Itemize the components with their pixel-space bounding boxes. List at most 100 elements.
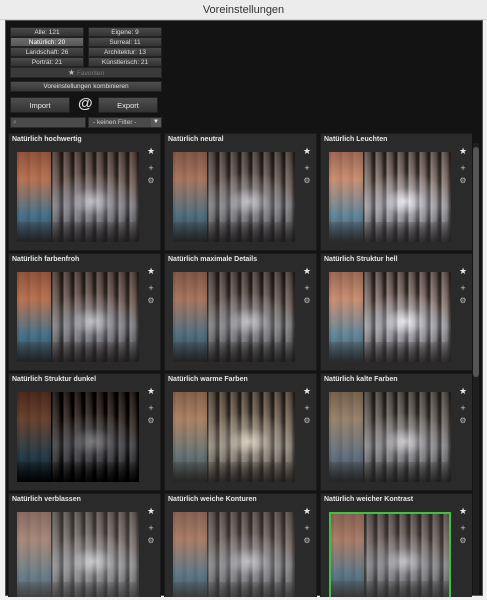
preset-thumbnail[interactable] bbox=[329, 392, 451, 482]
preset-thumbnail[interactable] bbox=[173, 152, 295, 242]
preset-thumbnail[interactable] bbox=[173, 392, 295, 482]
preset-card[interactable]: Natürlich verblassen ★ + ⚙ bbox=[8, 493, 161, 597]
category-portrait[interactable]: Porträt: 21 bbox=[10, 57, 84, 67]
preset-card[interactable]: Natürlich weicher Kontrast ★ + ⚙ bbox=[320, 493, 472, 597]
preset-name: Natürlich kalte Farben bbox=[324, 376, 398, 383]
preset-card[interactable]: Natürlich hochwertig ★ + ⚙ bbox=[8, 133, 161, 251]
settings-gear-icon[interactable]: ⚙ bbox=[458, 536, 468, 545]
preset-thumbnail[interactable] bbox=[329, 152, 451, 242]
favorite-star-icon[interactable]: ★ bbox=[458, 386, 468, 397]
scroll-thumb[interactable] bbox=[473, 147, 479, 377]
add-plus-icon[interactable]: + bbox=[302, 403, 312, 413]
at-icon[interactable]: @ bbox=[78, 95, 93, 113]
combine-presets-button[interactable]: Voreinstellungen kombinieren bbox=[10, 81, 162, 92]
category-surreal[interactable]: Surreal: 11 bbox=[88, 37, 162, 47]
preset-card[interactable]: Natürlich Struktur hell ★ + ⚙ bbox=[320, 253, 472, 371]
add-plus-icon[interactable]: + bbox=[146, 523, 156, 533]
preset-thumbnail[interactable] bbox=[17, 152, 139, 242]
settings-gear-icon[interactable]: ⚙ bbox=[146, 536, 156, 545]
preview-image bbox=[17, 392, 139, 482]
category-architecture[interactable]: Architektur: 13 bbox=[88, 47, 162, 57]
favorite-star-icon[interactable]: ★ bbox=[302, 386, 312, 397]
add-plus-icon[interactable]: + bbox=[302, 163, 312, 173]
preset-thumbnail[interactable] bbox=[17, 272, 139, 362]
settings-gear-icon[interactable]: ⚙ bbox=[302, 296, 312, 305]
settings-gear-icon[interactable]: ⚙ bbox=[458, 416, 468, 425]
preview-image bbox=[329, 392, 451, 482]
add-plus-icon[interactable]: + bbox=[458, 163, 468, 173]
settings-gear-icon[interactable]: ⚙ bbox=[146, 176, 156, 185]
preset-card[interactable]: Natürlich kalte Farben ★ + ⚙ bbox=[320, 373, 472, 491]
preset-name: Natürlich verblassen bbox=[12, 496, 81, 503]
add-plus-icon[interactable]: + bbox=[146, 163, 156, 173]
preset-thumbnail[interactable] bbox=[17, 512, 139, 597]
favorite-star-icon[interactable]: ★ bbox=[146, 266, 156, 277]
search-input[interactable]: ⌕ bbox=[10, 117, 86, 128]
settings-gear-icon[interactable]: ⚙ bbox=[458, 296, 468, 305]
chevron-down-icon: ▼ bbox=[151, 118, 161, 127]
import-button[interactable]: Import bbox=[10, 97, 70, 113]
add-plus-icon[interactable]: + bbox=[458, 403, 468, 413]
add-plus-icon[interactable]: + bbox=[146, 283, 156, 293]
favorite-star-icon[interactable]: ★ bbox=[302, 266, 312, 277]
filter-select[interactable]: - keinen Filter - ▼ bbox=[88, 117, 162, 128]
preset-card[interactable]: Natürlich warme Farben ★ + ⚙ bbox=[164, 373, 317, 491]
settings-gear-icon[interactable]: ⚙ bbox=[146, 416, 156, 425]
scrollbar[interactable] bbox=[473, 143, 479, 595]
favorite-star-icon[interactable]: ★ bbox=[302, 146, 312, 157]
favorite-star-icon[interactable]: ★ bbox=[302, 506, 312, 517]
preset-grid: Natürlich hochwertig ★ + ⚙ Natürlich neutral… bbox=[8, 133, 472, 597]
settings-gear-icon[interactable]: ⚙ bbox=[302, 536, 312, 545]
favorite-star-icon[interactable]: ★ bbox=[146, 386, 156, 397]
add-plus-icon[interactable]: + bbox=[302, 283, 312, 293]
favorites-label: Favoriten bbox=[77, 70, 105, 77]
preset-thumbnail[interactable] bbox=[173, 272, 295, 362]
preset-card[interactable]: Natürlich maximale Details ★ + ⚙ bbox=[164, 253, 317, 371]
category-all[interactable]: Alle: 121 bbox=[10, 27, 84, 37]
preset-card[interactable]: Natürlich weiche Konturen ★ + ⚙ bbox=[164, 493, 317, 597]
preset-name: Natürlich Leuchten bbox=[324, 136, 388, 143]
preview-image bbox=[17, 512, 139, 597]
preset-thumbnail[interactable] bbox=[329, 512, 451, 597]
preview-image bbox=[173, 272, 295, 362]
favorite-star-icon[interactable]: ★ bbox=[458, 506, 468, 517]
settings-gear-icon[interactable]: ⚙ bbox=[458, 176, 468, 185]
favorite-star-icon[interactable]: ★ bbox=[458, 146, 468, 157]
preset-card[interactable]: Natürlich farbenfroh ★ + ⚙ bbox=[8, 253, 161, 371]
favorite-star-icon[interactable]: ★ bbox=[146, 506, 156, 517]
add-plus-icon[interactable]: + bbox=[458, 283, 468, 293]
preset-card[interactable]: Natürlich Struktur dunkel ★ + ⚙ bbox=[8, 373, 161, 491]
category-natural[interactable]: Natürlich: 20 bbox=[10, 37, 84, 47]
preset-name: Natürlich neutral bbox=[168, 136, 224, 143]
filter-selected: - keinen Filter - bbox=[93, 119, 137, 126]
preset-card[interactable]: Natürlich Leuchten ★ + ⚙ bbox=[320, 133, 472, 251]
search-icon: ⌕ bbox=[13, 119, 17, 126]
add-plus-icon[interactable]: + bbox=[302, 523, 312, 533]
settings-gear-icon[interactable]: ⚙ bbox=[146, 296, 156, 305]
preview-image bbox=[173, 392, 295, 482]
preset-card[interactable]: Natürlich neutral ★ + ⚙ bbox=[164, 133, 317, 251]
export-button[interactable]: Export bbox=[98, 97, 158, 113]
settings-gear-icon[interactable]: ⚙ bbox=[302, 176, 312, 185]
preview-image bbox=[329, 272, 451, 362]
preset-thumbnail[interactable] bbox=[173, 512, 295, 597]
favorites-button[interactable]: ★ Favoriten bbox=[10, 67, 162, 78]
preset-name: Natürlich farbenfroh bbox=[12, 256, 80, 263]
settings-gear-icon[interactable]: ⚙ bbox=[302, 416, 312, 425]
add-plus-icon[interactable]: + bbox=[146, 403, 156, 413]
star-icon: ★ bbox=[67, 68, 76, 77]
favorite-star-icon[interactable]: ★ bbox=[458, 266, 468, 277]
presets-panel: Alle: 121 Eigene: 9 Natürlich: 20 Surrea… bbox=[5, 20, 483, 597]
preview-image bbox=[173, 152, 295, 242]
preset-name: Natürlich Struktur hell bbox=[324, 256, 398, 263]
category-own[interactable]: Eigene: 9 bbox=[88, 27, 162, 37]
preset-thumbnail[interactable] bbox=[329, 272, 451, 362]
preset-name: Natürlich weiche Konturen bbox=[168, 496, 257, 503]
preview-image bbox=[331, 514, 449, 597]
category-artistic[interactable]: Künstlerisch: 21 bbox=[88, 57, 162, 67]
add-plus-icon[interactable]: + bbox=[458, 523, 468, 533]
preset-thumbnail[interactable] bbox=[17, 392, 139, 482]
category-landscape[interactable]: Landschaft: 26 bbox=[10, 47, 84, 57]
favorite-star-icon[interactable]: ★ bbox=[146, 146, 156, 157]
preview-image bbox=[329, 152, 451, 242]
